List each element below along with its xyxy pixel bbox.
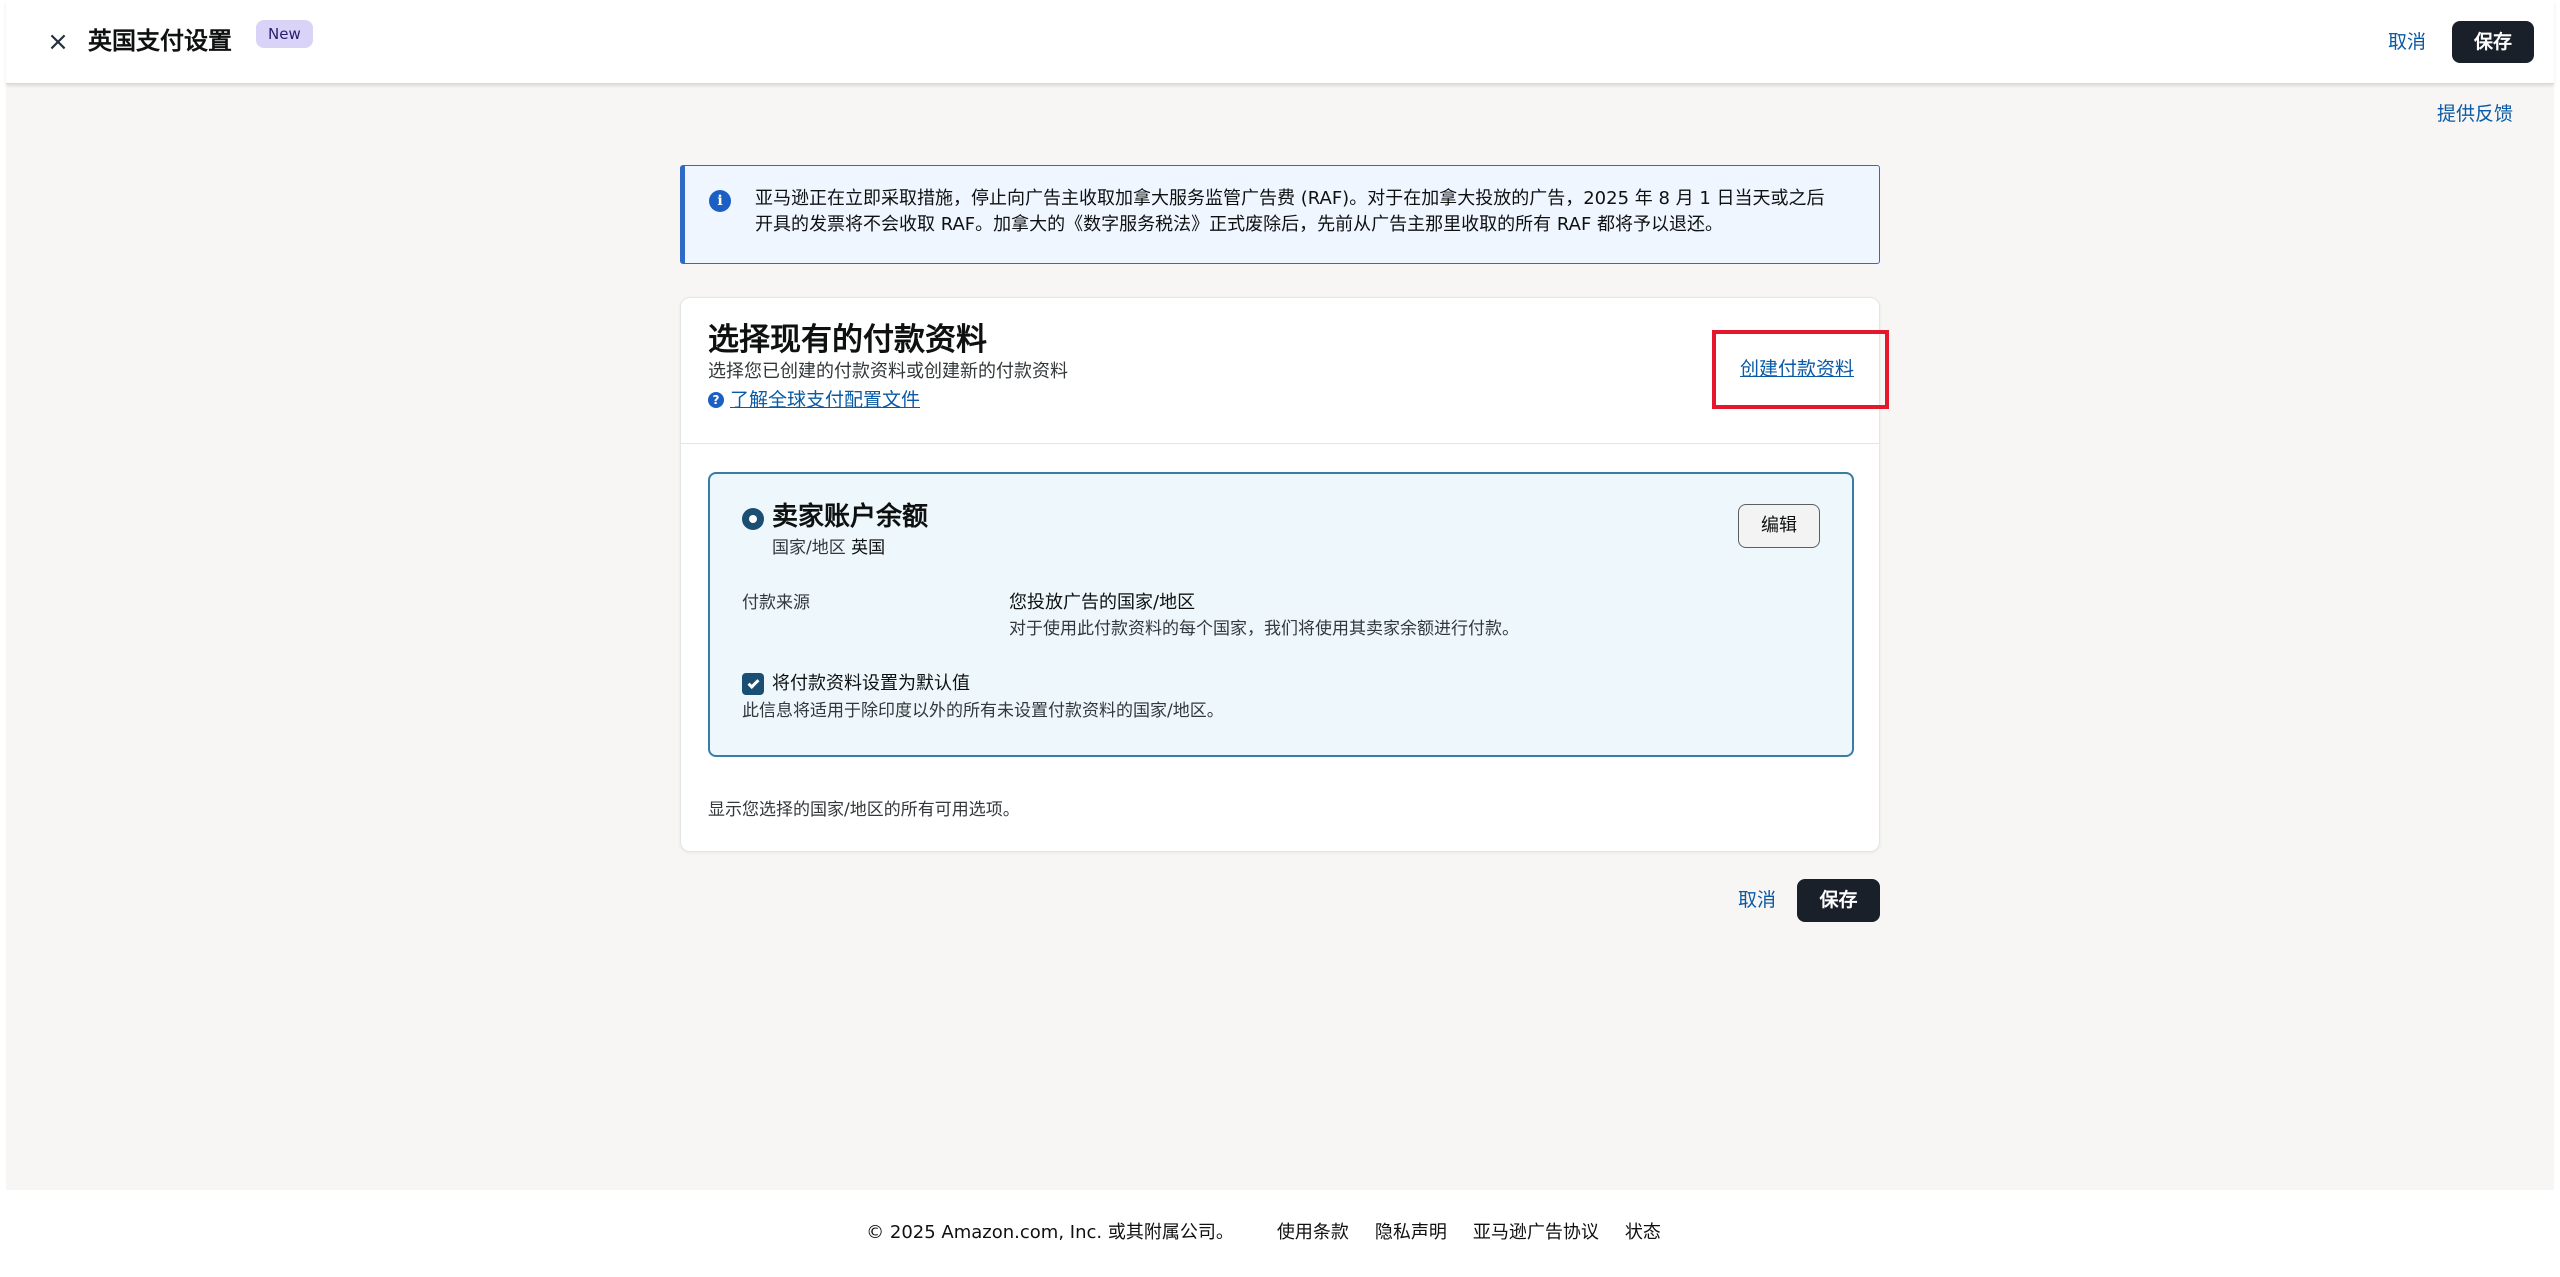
payment-source-label: 付款来源	[742, 593, 810, 613]
close-icon[interactable]: ×	[40, 24, 76, 60]
footer-link-privacy[interactable]: 隐私声明	[1375, 1218, 1447, 1244]
edit-button[interactable]: 编辑	[1738, 504, 1820, 548]
footer-copyright: © 2025 Amazon.com, Inc. 或其附属公司。	[866, 1221, 1234, 1243]
card-header: 选择现有的付款资料 选择您已创建的付款资料或创建新的付款资料 ? 了解全球支付配…	[681, 298, 1889, 444]
default-checkbox-label[interactable]: 将付款资料设置为默认值	[772, 672, 970, 696]
learn-global-profile-link[interactable]: 了解全球支付配置文件	[730, 388, 920, 412]
footer-content: © 2025 Amazon.com, Inc. 或其附属公司。 使用条款 隐私声…	[866, 1218, 1674, 1244]
window-frame-right	[2554, 0, 2560, 1277]
payment-source-description: 对于使用此付款资料的每个国家，我们将使用其卖家余额进行付款。	[1009, 619, 1519, 639]
page-title: 英国支付设置	[88, 27, 232, 55]
payment-profile-card: 选择现有的付款资料 选择您已创建的付款资料或创建新的付款资料 ? 了解全球支付配…	[680, 297, 1889, 852]
check-icon	[746, 676, 760, 689]
header-save-button[interactable]: 保存	[2452, 21, 2534, 63]
info-icon: i	[709, 190, 731, 212]
info-alert-line-2: 开具的发票将不会收取 RAF。加拿大的《数字服务税法》正式废除后，先前从广告主那…	[755, 214, 1724, 235]
header-cancel-button[interactable]: 取消	[2388, 28, 2426, 56]
help-icon: ?	[708, 392, 724, 408]
window-frame-bottom	[0, 1271, 2560, 1277]
option-radio[interactable]	[742, 508, 764, 530]
card-subtitle: 选择您已创建的付款资料或创建新的付款资料	[708, 361, 1068, 382]
top-bar: × 英国支付设置 New 取消 保存	[6, 0, 2554, 84]
learn-global-profile[interactable]: ? 了解全球支付配置文件	[708, 388, 920, 412]
payment-option-seller-balance[interactable]: 卖家账户余额 国家/地区 英国 编辑 付款来源 您投放广告的国家/地区 对于使用…	[708, 472, 1854, 757]
country-label: 国家/地区	[772, 538, 846, 558]
bottom-cancel-button[interactable]: 取消	[1738, 886, 1776, 914]
create-payment-profile-link[interactable]: 创建付款资料	[1740, 356, 1854, 382]
default-checkbox[interactable]	[742, 673, 764, 695]
info-alert: i 亚马逊正在立即采取措施，停止向广告主收取加拿大服务监管广告费 (RAF)。对…	[680, 165, 1880, 264]
new-badge: New	[256, 20, 313, 48]
bottom-save-button[interactable]: 保存	[1797, 879, 1880, 922]
card-title: 选择现有的付款资料	[708, 322, 987, 358]
payment-source-value: 您投放广告的国家/地区	[1009, 592, 1196, 613]
option-title: 卖家账户余额	[772, 502, 929, 532]
footer-link-status[interactable]: 状态	[1625, 1218, 1661, 1244]
window-frame-left	[0, 0, 6, 1277]
page-footer: © 2025 Amazon.com, Inc. 或其附属公司。 使用条款 隐私声…	[6, 1190, 2554, 1271]
footer-link-ads-agreement[interactable]: 亚马逊广告协议	[1473, 1218, 1599, 1244]
footer-link-terms[interactable]: 使用条款	[1277, 1218, 1349, 1244]
info-alert-line-1: 亚马逊正在立即采取措施，停止向广告主收取加拿大服务监管广告费 (RAF)。对于在…	[755, 188, 1825, 209]
card-footer-text: 显示您选择的国家/地区的所有可用选项。	[708, 800, 1020, 820]
default-checkbox-description: 此信息将适用于除印度以外的所有未设置付款资料的国家/地区。	[742, 701, 1224, 721]
feedback-link[interactable]: 提供反馈	[2437, 100, 2513, 128]
info-alert-text: 亚马逊正在立即采取措施，停止向广告主收取加拿大服务监管广告费 (RAF)。对于在…	[755, 186, 1865, 238]
option-country: 国家/地区 英国	[772, 536, 885, 560]
country-value: 英国	[851, 538, 886, 558]
radio-selected-dot	[749, 515, 757, 523]
